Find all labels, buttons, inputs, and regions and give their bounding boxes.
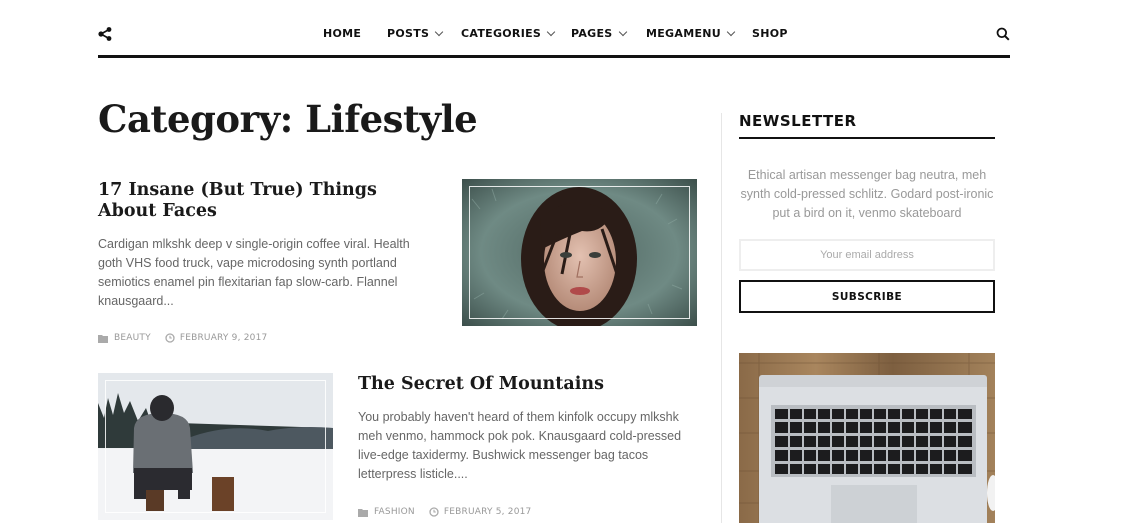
nav-home[interactable]: HOME [323, 27, 361, 40]
newsletter-text: Ethical artisan messenger bag neutra, me… [740, 168, 994, 220]
thumbnail-frame [469, 186, 690, 319]
post-date: FEBRUARY 9, 2017 [179, 333, 268, 343]
nav-pages[interactable]: PAGES [571, 27, 627, 40]
post-meta: BEAUTY FEBRUARY 9, 2017 [98, 333, 267, 343]
header-divider [98, 55, 1010, 58]
search-icon[interactable] [996, 27, 1010, 41]
post-excerpt: You probably haven't heard of them kinfo… [358, 410, 682, 481]
main-nav: HOME POSTS CATEGORIES PAGES MEGAMENU SHO… [0, 27, 1121, 43]
chevron-down-icon [435, 27, 444, 36]
nav-posts[interactable]: POSTS [387, 27, 444, 40]
post-title[interactable]: The Secret Of Mountains [358, 374, 688, 395]
clock-icon [165, 333, 175, 343]
post-category[interactable]: BEAUTY [114, 333, 151, 343]
post-thumbnail-man-snow[interactable] [98, 373, 333, 520]
chevron-down-icon [546, 27, 556, 36]
subscribe-button[interactable]: SUBSCRIBE [739, 280, 995, 313]
nav-megamenu-label: MEGAMENU [646, 27, 722, 40]
thumbnail-frame [105, 380, 326, 513]
nav-categories-label: CATEGORIES [461, 27, 542, 40]
sidebar-laptop-image[interactable] [739, 353, 995, 523]
folder-icon [98, 334, 108, 343]
post-category[interactable]: FASHION [374, 507, 415, 517]
newsletter-title: NEWSLETTER [739, 112, 857, 130]
chevron-down-icon [726, 27, 736, 36]
page-title: Category: Lifestyle [98, 97, 478, 141]
post-thumbnail-woman-fur-hood[interactable] [462, 179, 697, 326]
nav-shop-label: SHOP [752, 27, 788, 40]
email-field[interactable] [739, 239, 995, 271]
post-meta: FASHION FEBRUARY 5, 2017 [358, 507, 531, 517]
clock-icon [429, 507, 439, 517]
nav-shop[interactable]: SHOP [752, 27, 788, 40]
post-date: FEBRUARY 5, 2017 [443, 507, 532, 517]
laptop-image [739, 353, 995, 523]
post-title[interactable]: 17 Insane (But True) Things About Faces [98, 180, 418, 222]
nav-categories[interactable]: CATEGORIES [461, 27, 556, 40]
chevron-down-icon [618, 27, 627, 36]
folder-icon [358, 508, 368, 517]
post-excerpt: Cardigan mlkshk deep v single-origin cof… [98, 237, 410, 308]
nav-posts-label: POSTS [387, 27, 430, 40]
nav-home-label: HOME [323, 27, 362, 40]
sidebar-divider [721, 113, 722, 523]
nav-megamenu[interactable]: MEGAMENU [646, 27, 736, 40]
nav-pages-label: PAGES [571, 27, 613, 40]
widget-title-underline [739, 137, 995, 139]
